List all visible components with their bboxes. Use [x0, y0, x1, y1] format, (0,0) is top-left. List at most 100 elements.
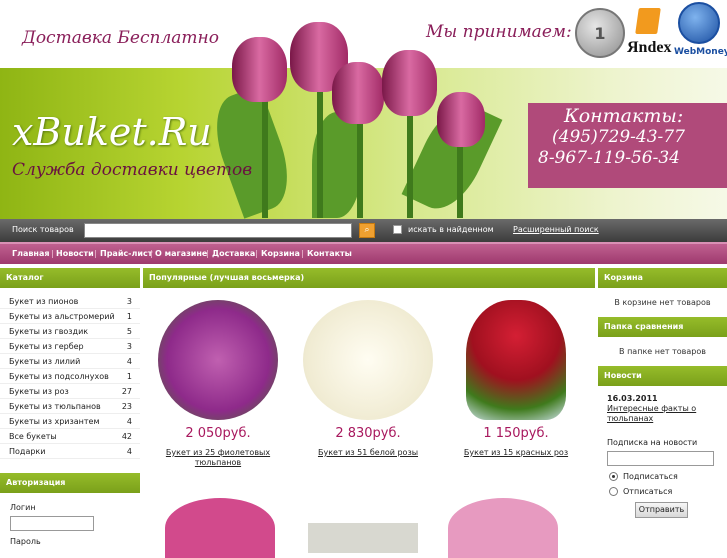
- subscribe-radio[interactable]: Подписаться: [609, 472, 727, 481]
- catalog-item[interactable]: Все букеты 42: [0, 429, 140, 444]
- radio-off-icon[interactable]: [609, 487, 618, 496]
- product-name-link[interactable]: Букет из 25 фиолетовых тюльпанов: [148, 448, 288, 468]
- catalog-item-label[interactable]: Букеты из хризантем: [9, 417, 100, 428]
- webmoney-label: WebMoney: [674, 47, 727, 57]
- catalog-item-label[interactable]: Букеты из подсолнухов: [9, 372, 109, 383]
- catalog-item-label[interactable]: Букет из пионов: [9, 297, 78, 308]
- catalog-item-label[interactable]: Все букеты: [9, 432, 57, 443]
- nav-delivery[interactable]: Доставка: [212, 249, 255, 258]
- catalog-item[interactable]: Букеты из роз 27: [0, 384, 140, 399]
- phone-2: 8-967-119-56-34: [538, 148, 680, 168]
- advanced-search-link[interactable]: Расширенный поиск: [513, 225, 599, 234]
- product-name-link[interactable]: Букет из 51 белой розы: [298, 448, 438, 458]
- compare-header: Папка сравнения: [598, 317, 727, 337]
- catalog-item[interactable]: Букет из пионов 3: [0, 294, 140, 309]
- product-card[interactable]: 2 050руб. Букет из 25 фиолетовых тюльпан…: [148, 300, 288, 468]
- auth-header: Авторизация: [0, 473, 140, 493]
- site-slogan: Служба доставки цветов: [12, 160, 253, 180]
- catalog-item[interactable]: Букеты из лилий 4: [0, 354, 140, 369]
- radio-on-icon[interactable]: [609, 472, 618, 481]
- product-card[interactable]: 1 150руб. Букет из 15 красных роз: [446, 300, 586, 458]
- catalog-item[interactable]: Букеты из альстромерий 1: [0, 309, 140, 324]
- catalog-item-count: 27: [121, 387, 132, 396]
- nav-price-list[interactable]: Прайс-лист: [100, 249, 152, 258]
- free-delivery-text: Доставка Бесплатно: [22, 28, 219, 48]
- product-price: 2 050руб.: [185, 426, 251, 441]
- login-label: Логин: [10, 503, 36, 512]
- tulips-image: [203, 22, 503, 220]
- unsubscribe-radio[interactable]: Отписаться: [609, 487, 727, 496]
- catalog-item[interactable]: Букеты из гвоздик 5: [0, 324, 140, 339]
- catalog-item[interactable]: Букеты из хризантем 4: [0, 414, 140, 429]
- catalog-item-label[interactable]: Букеты из роз: [9, 387, 69, 398]
- search-label: Поиск товаров: [12, 225, 74, 234]
- main-nav: Главная | Новости | Прайс-лист | О магаз…: [0, 242, 727, 264]
- contacts-block: Контакты: (495)729-43-77 8-967-119-56-34: [528, 103, 727, 188]
- search-icon[interactable]: ⌕: [359, 223, 375, 238]
- globe-icon: [678, 2, 720, 44]
- product-name-link[interactable]: Букет из 15 красных роз: [446, 448, 586, 458]
- product-image[interactable]: [303, 300, 433, 420]
- site-logo[interactable]: xBuket.Ru: [12, 110, 212, 154]
- nav-news[interactable]: Новости: [56, 249, 94, 258]
- news-item-link[interactable]: Интересные факты о тюльпанах: [607, 404, 718, 424]
- password-label: Пароль: [10, 537, 41, 546]
- left-sidebar: Каталог Букет из пионов 3 Букеты из альстр…: [0, 268, 140, 546]
- catalog-item-label[interactable]: Букеты из тюльпанов: [9, 402, 101, 413]
- catalog-item-count: 1: [126, 372, 132, 381]
- catalog-item-count: 23: [121, 402, 132, 411]
- catalog-item-count: 4: [126, 447, 132, 456]
- catalog-item[interactable]: Букеты из гербер 3: [0, 339, 140, 354]
- subscribe-email-input[interactable]: [607, 451, 714, 466]
- catalog-item-label[interactable]: Букеты из лилий: [9, 357, 80, 368]
- product-image[interactable]: [448, 498, 558, 558]
- catalog-item[interactable]: Букеты из подсолнухов 1: [0, 369, 140, 384]
- catalog-item-count: 3: [126, 342, 132, 351]
- product-image[interactable]: [466, 300, 566, 420]
- catalog-item-label[interactable]: Букеты из альстромерий: [9, 312, 115, 323]
- catalog-item-label[interactable]: Букеты из гербер: [9, 342, 84, 353]
- popular-section: Популярные (лучшая восьмерка) 2 050руб. …: [143, 268, 595, 558]
- catalog-item[interactable]: Подарки 4: [0, 444, 140, 459]
- phone-1: (495)729-43-77: [552, 127, 685, 147]
- cart-header: Корзина: [598, 268, 727, 288]
- unsubscribe-option: Отписаться: [623, 487, 673, 496]
- catalog-item-label[interactable]: Букеты из гвоздик: [9, 327, 88, 338]
- coin-icon: 1: [575, 8, 625, 58]
- yandex-money-icon: Яndex: [627, 6, 671, 60]
- right-sidebar: Корзина В корзине нет товаров Папка срав…: [598, 268, 727, 518]
- catalog-item[interactable]: Букеты из тюльпанов 23: [0, 399, 140, 414]
- product-price: 2 830руб.: [335, 426, 401, 441]
- catalog-item-count: 1: [126, 312, 132, 321]
- nav-contacts[interactable]: Контакты: [307, 249, 352, 258]
- search-in-found-checkbox[interactable]: [393, 225, 402, 234]
- catalog-item-count: 4: [126, 417, 132, 426]
- catalog-list: Букет из пионов 3 Букеты из альстромерий 1 Б…: [0, 294, 140, 459]
- webmoney-icon: WebMoney: [674, 2, 727, 62]
- search-in-found-label: искать в найденном: [408, 225, 494, 234]
- product-image[interactable]: [165, 498, 275, 558]
- product-image[interactable]: [158, 300, 278, 420]
- search-input[interactable]: [84, 223, 352, 238]
- nav-home[interactable]: Главная: [12, 249, 49, 258]
- catalog-item-label[interactable]: Подарки: [9, 447, 45, 458]
- product-card[interactable]: 2 830руб. Букет из 51 белой розы: [298, 300, 438, 458]
- subscribe-option: Подписаться: [623, 472, 678, 481]
- compare-empty-text: В папке нет товаров: [619, 347, 706, 356]
- send-button[interactable]: Отправить: [635, 502, 688, 518]
- contacts-title: Контакты:: [564, 105, 684, 127]
- product-image[interactable]: [308, 523, 418, 553]
- news-date: 16.03.2011: [607, 394, 658, 403]
- nav-about[interactable]: О магазине: [155, 249, 207, 258]
- catalog-item-count: 4: [126, 357, 132, 366]
- nav-cart[interactable]: Корзина: [261, 249, 300, 258]
- catalog-item-count: 5: [126, 327, 132, 336]
- subscribe-label: Подписка на новости: [607, 438, 698, 447]
- catalog-item-count: 42: [121, 432, 132, 441]
- search-bar: Поиск товаров ⌕ искать в найденном Расши…: [0, 219, 727, 242]
- login-input[interactable]: [10, 516, 94, 531]
- catalog-header: Каталог: [0, 268, 140, 288]
- cart-empty-text: В корзине нет товаров: [614, 298, 711, 307]
- yandex-wallet-icon: [635, 8, 661, 34]
- product-price: 1 150руб.: [483, 426, 549, 441]
